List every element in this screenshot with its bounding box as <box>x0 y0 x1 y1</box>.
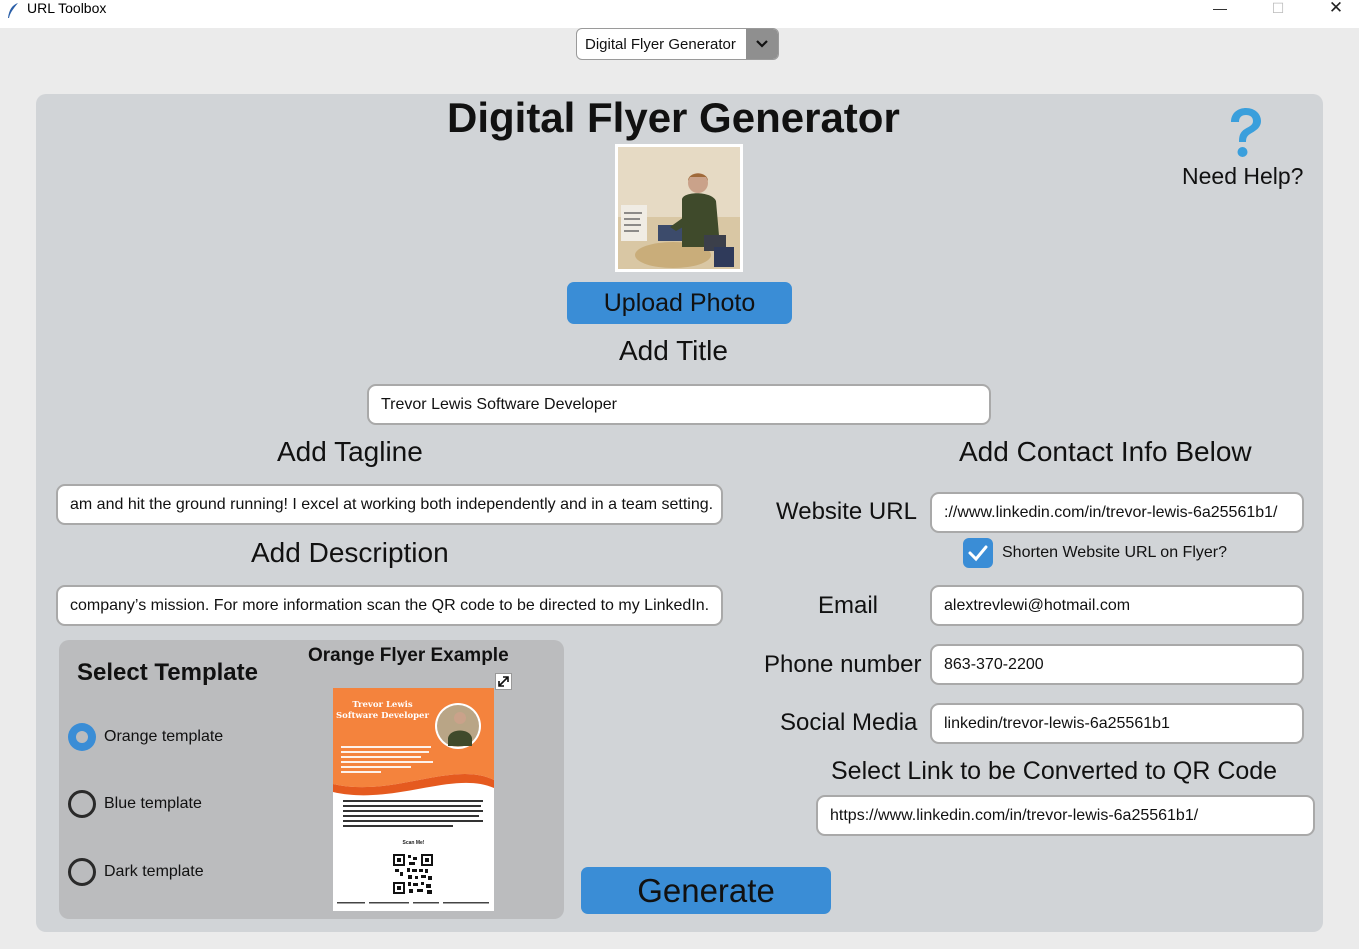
website-url-label: Website URL <box>776 498 917 525</box>
blue-template-label[interactable]: Blue template <box>104 795 202 813</box>
tagline-input[interactable]: am and hit the ground running! I excel a… <box>56 484 723 525</box>
qr-link-input[interactable]: https://www.linkedin.com/in/trevor-lewis… <box>816 795 1315 836</box>
phone-number-label: Phone number <box>764 651 922 678</box>
flyer-title-line: Software Developer <box>336 711 429 721</box>
dark-template-label[interactable]: Dark template <box>104 863 204 881</box>
flyer-scan-text: Scan Me! <box>402 840 425 846</box>
chevron-down-icon[interactable] <box>746 29 778 59</box>
email-label: Email <box>818 592 879 619</box>
orange-template-label[interactable]: Orange template <box>104 728 223 746</box>
blue-template-radio[interactable] <box>68 790 96 818</box>
add-tagline-label: Add Tagline <box>277 436 423 467</box>
close-button[interactable]: ✕ <box>1313 0 1359 18</box>
maximize-button[interactable]: ☐ <box>1255 0 1301 18</box>
tool-mode-dropdown[interactable]: Digital Flyer Generator <box>576 28 779 60</box>
flyer-preview: Trevor Lewis Software Developer Scan Me! <box>333 688 494 911</box>
dark-template-radio[interactable] <box>68 858 96 886</box>
shorten-url-checkbox[interactable] <box>963 538 993 568</box>
generate-button[interactable]: Generate <box>581 867 831 914</box>
social-media-input[interactable]: linkedin/trevor-lewis-6a25561b1 <box>930 703 1304 744</box>
shorten-url-label[interactable]: Shorten Website URL on Flyer? <box>1002 544 1227 562</box>
website-url-input[interactable]: ://www.linkedin.com/in/trevor-lewis-6a25… <box>930 492 1304 533</box>
flyer-name-line: Trevor Lewis <box>352 700 413 710</box>
window-titlebar <box>0 0 1359 28</box>
contact-info-heading: Add Contact Info Below <box>959 436 1252 467</box>
help-label[interactable]: Need Help? <box>1182 163 1303 190</box>
email-input[interactable]: alextrevlewi@hotmail.com <box>930 585 1304 626</box>
page-title: Digital Flyer Generator <box>447 94 900 141</box>
qr-link-label: Select Link to be Converted to QR Code <box>831 757 1278 785</box>
tool-mode-value: Digital Flyer Generator <box>585 36 736 53</box>
description-input[interactable]: company’s mission. For more information … <box>56 585 723 626</box>
phone-number-input[interactable]: 863-370-2200 <box>930 644 1304 685</box>
minimize-button[interactable]: — <box>1197 0 1243 18</box>
add-title-label: Add Title <box>619 335 728 366</box>
select-template-heading: Select Template <box>77 659 258 686</box>
window-title: URL Toolbox <box>27 0 107 16</box>
profile-photo <box>615 144 743 272</box>
social-media-label: Social Media <box>780 709 918 736</box>
title-input[interactable]: Trevor Lewis Software Developer <box>367 384 991 425</box>
feather-icon <box>6 2 20 20</box>
expand-icon[interactable] <box>495 673 512 690</box>
add-description-label: Add Description <box>251 537 449 568</box>
upload-photo-button[interactable]: Upload Photo <box>567 282 792 324</box>
orange-template-radio[interactable] <box>68 723 96 751</box>
question-mark-icon[interactable] <box>1222 106 1268 162</box>
checkmark-icon <box>968 545 988 562</box>
flyer-example-heading: Orange Flyer Example <box>308 645 509 666</box>
